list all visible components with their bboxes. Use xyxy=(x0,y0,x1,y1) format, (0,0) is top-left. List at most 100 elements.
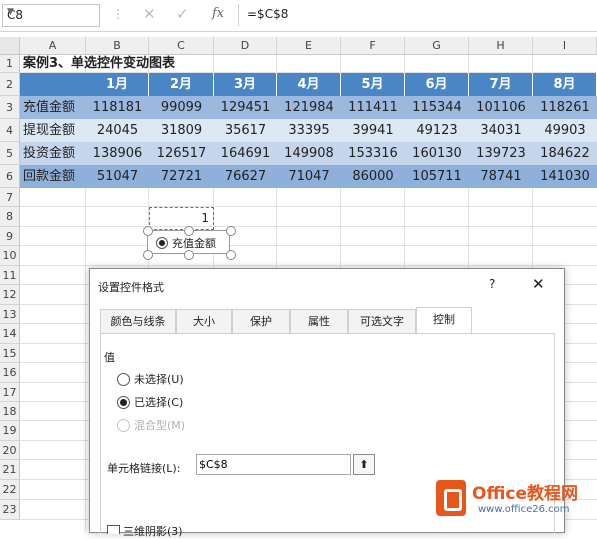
column-header-g[interactable]: G xyxy=(405,37,469,55)
cell-link-input[interactable] xyxy=(197,455,349,474)
resize-handle[interactable] xyxy=(226,226,236,236)
row-header-13[interactable]: 13 xyxy=(0,305,20,324)
data-cell[interactable]: 86000 xyxy=(341,165,405,188)
selected-cell-c8[interactable]: 1 xyxy=(149,207,214,230)
tab-protection[interactable]: 保护 xyxy=(232,309,290,333)
resize-handle[interactable] xyxy=(184,250,194,260)
data-cell[interactable]: 78741 xyxy=(469,165,533,188)
row-header-22[interactable]: 22 xyxy=(0,480,20,500)
row-label-cell[interactable]: 充值金额 xyxy=(20,96,86,119)
range-select-button[interactable]: ⬆ xyxy=(353,454,375,475)
row-header-3[interactable]: 3 xyxy=(0,96,20,119)
month-header-cell[interactable]: 6月 xyxy=(405,73,469,96)
data-cell[interactable]: 184622 xyxy=(533,142,597,165)
data-cell[interactable]: 39941 xyxy=(341,119,405,142)
row-header-17[interactable]: 17 xyxy=(0,383,20,402)
row-header-20[interactable]: 20 xyxy=(0,441,20,460)
insert-function-icon[interactable]: fx xyxy=(212,6,224,21)
close-icon[interactable]: ✕ xyxy=(532,275,545,293)
data-cell[interactable]: 118181 xyxy=(86,96,149,119)
data-cell[interactable]: 33395 xyxy=(277,119,341,142)
data-cell[interactable]: 76627 xyxy=(214,165,277,188)
row-header-23[interactable]: 23 xyxy=(0,500,20,520)
cell-link-field[interactable] xyxy=(196,454,351,475)
data-cell[interactable]: 71047 xyxy=(277,165,341,188)
chevron-down-icon[interactable]: ▼ xyxy=(7,7,95,17)
data-cell[interactable]: 105711 xyxy=(405,165,469,188)
month-header-cell[interactable]: 1月 xyxy=(86,73,149,96)
header-blank-cell[interactable] xyxy=(20,73,86,96)
data-cell[interactable]: 101106 xyxy=(469,96,533,119)
tab-properties[interactable]: 属性 xyxy=(290,309,348,333)
row-header-15[interactable]: 15 xyxy=(0,344,20,363)
radio-unchecked[interactable] xyxy=(117,373,130,386)
radio-checked[interactable] xyxy=(117,396,130,409)
data-cell[interactable]: 99099 xyxy=(149,96,214,119)
tab-size[interactable]: 大小 xyxy=(176,309,232,333)
enter-icon[interactable]: ✓ xyxy=(176,5,189,23)
data-cell[interactable]: 35617 xyxy=(214,119,277,142)
month-header-cell[interactable]: 2月 xyxy=(149,73,214,96)
data-cell[interactable]: 49903 xyxy=(533,119,597,142)
row-header-6[interactable]: 6 xyxy=(0,165,20,188)
row-header-8[interactable]: 8 xyxy=(0,207,20,227)
row-header-11[interactable]: 11 xyxy=(0,266,20,285)
row-header-10[interactable]: 10 xyxy=(0,246,20,266)
name-box[interactable]: C8 ▼ xyxy=(2,4,100,27)
resize-handle[interactable] xyxy=(226,250,236,260)
row-header-18[interactable]: 18 xyxy=(0,402,20,421)
data-cell[interactable]: 164691 xyxy=(214,142,277,165)
row-header-1[interactable]: 1 xyxy=(0,55,20,73)
month-header-cell[interactable]: 5月 xyxy=(341,73,405,96)
row-header-4[interactable]: 4 xyxy=(0,119,20,142)
row-label-cell[interactable]: 投资金额 xyxy=(20,142,86,165)
3d-shading-checkbox[interactable] xyxy=(107,525,120,534)
data-cell[interactable]: 24045 xyxy=(86,119,149,142)
data-cell[interactable]: 149908 xyxy=(277,142,341,165)
data-cell[interactable]: 31809 xyxy=(149,119,214,142)
data-cell[interactable]: 72721 xyxy=(149,165,214,188)
row-header-2[interactable]: 2 xyxy=(0,73,20,96)
formula-input[interactable]: =$C$8 xyxy=(247,7,288,21)
resize-handle[interactable] xyxy=(143,250,153,260)
sheet-title-cell[interactable]: 案例3、单选控件变动图表 xyxy=(20,55,340,73)
data-cell[interactable]: 141030 xyxy=(533,165,597,188)
data-cell[interactable]: 34031 xyxy=(469,119,533,142)
row-header-12[interactable]: 12 xyxy=(0,285,20,305)
row-header-5[interactable]: 5 xyxy=(0,142,20,165)
row-header-21[interactable]: 21 xyxy=(0,460,20,480)
help-icon[interactable]: ? xyxy=(489,277,495,291)
resize-handle[interactable] xyxy=(143,226,153,236)
column-header-d[interactable]: D xyxy=(214,37,277,55)
column-header-e[interactable]: E xyxy=(277,37,341,55)
month-header-cell[interactable]: 4月 xyxy=(277,73,341,96)
data-cell[interactable]: 126517 xyxy=(149,142,214,165)
month-header-cell[interactable]: 8月 xyxy=(533,73,597,96)
data-cell[interactable]: 121984 xyxy=(277,96,341,119)
resize-handle[interactable] xyxy=(184,226,194,236)
data-cell[interactable]: 138906 xyxy=(86,142,149,165)
column-header-b[interactable]: B xyxy=(86,37,149,55)
data-cell[interactable]: 153316 xyxy=(341,142,405,165)
row-header-9[interactable]: 9 xyxy=(0,227,20,246)
data-cell[interactable]: 139723 xyxy=(469,142,533,165)
column-header-h[interactable]: H xyxy=(469,37,533,55)
cancel-icon[interactable]: ✕ xyxy=(143,5,156,23)
column-header-a[interactable]: A xyxy=(20,37,86,55)
data-cell[interactable]: 115344 xyxy=(405,96,469,119)
data-cell[interactable]: 129451 xyxy=(214,96,277,119)
tab-colors-lines[interactable]: 颜色与线条 xyxy=(100,309,176,333)
row-header-14[interactable]: 14 xyxy=(0,324,20,344)
select-all-corner[interactable] xyxy=(0,37,20,55)
row-header-19[interactable]: 19 xyxy=(0,421,20,441)
column-header-c[interactable]: C xyxy=(149,37,214,55)
month-header-cell[interactable]: 7月 xyxy=(469,73,533,96)
tab-alt-text[interactable]: 可选文字 xyxy=(348,309,416,333)
column-header-i[interactable]: I xyxy=(533,37,597,55)
row-header-16[interactable]: 16 xyxy=(0,363,20,383)
data-cell[interactable]: 111411 xyxy=(341,96,405,119)
data-cell[interactable]: 49123 xyxy=(405,119,469,142)
data-cell[interactable]: 118261 xyxy=(533,96,597,119)
data-cell[interactable]: 51047 xyxy=(86,165,149,188)
row-label-cell[interactable]: 回款金额 xyxy=(20,165,86,188)
